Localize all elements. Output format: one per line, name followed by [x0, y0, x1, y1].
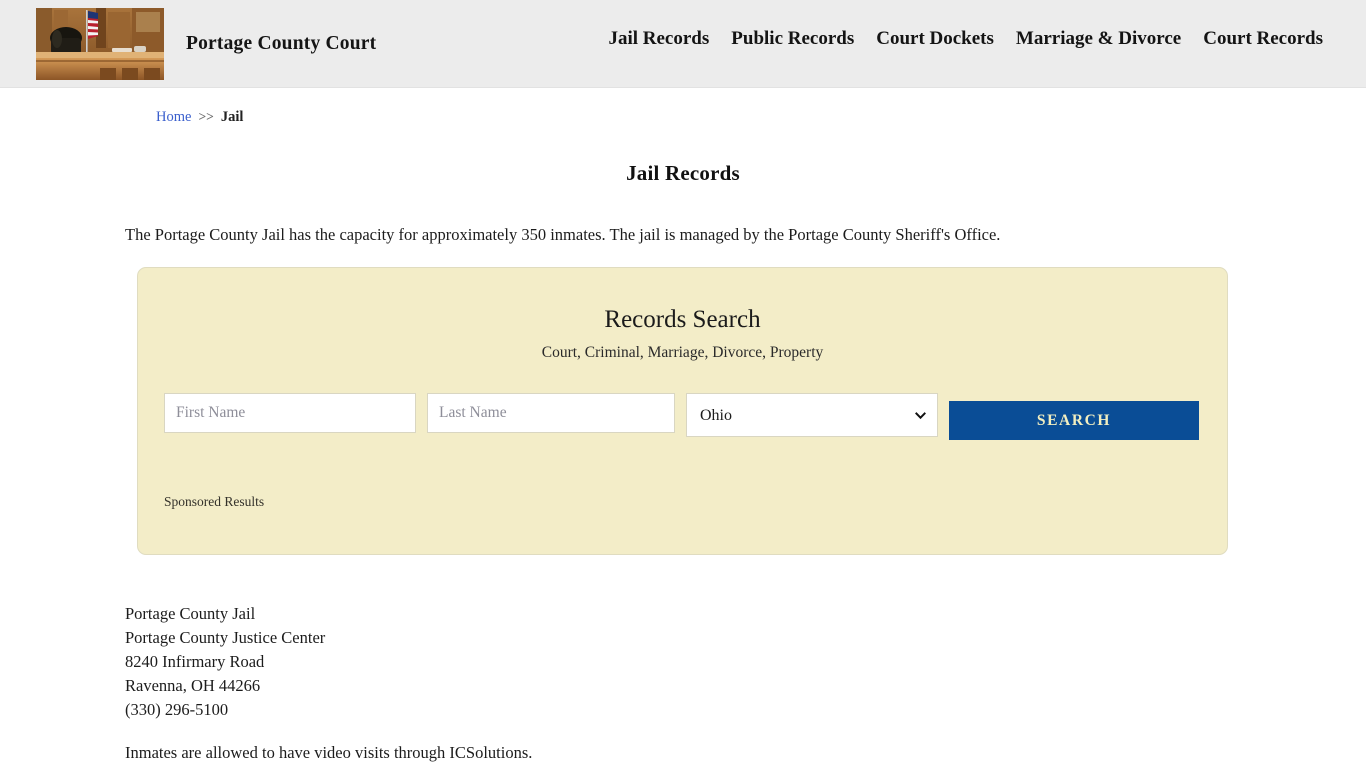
courthouse-photo-logo: [36, 7, 164, 80]
brand-block[interactable]: Portage County Court: [0, 7, 377, 80]
page-content: Home >> Jail Jail Records The Portage Coun…: [0, 88, 1366, 763]
first-name-input[interactable]: [164, 393, 416, 434]
last-name-input[interactable]: [427, 393, 675, 434]
state-select[interactable]: Ohio: [686, 393, 938, 438]
address-line-street: 8240 Infirmary Road: [125, 651, 265, 671]
search-button[interactable]: SEARCH: [949, 401, 1199, 441]
nav-item-jail-records[interactable]: Jail Records: [597, 28, 720, 51]
breadcrumb: Home >> Jail: [0, 88, 1366, 125]
nav-item-court-records[interactable]: Court Records: [1192, 28, 1334, 51]
brand-name: Portage County Court: [186, 32, 377, 54]
breadcrumb-home-link[interactable]: Home: [156, 109, 191, 125]
nav-item-marriage-divorce[interactable]: Marriage & Divorce: [1005, 28, 1192, 51]
nav-item-public-records[interactable]: Public Records: [720, 28, 865, 51]
state-select-wrapper: Ohio: [686, 393, 938, 438]
search-panel-title: Records Search: [604, 305, 761, 333]
site-header: Portage County Court Jail Records Public…: [0, 0, 1366, 88]
sponsored-results-label: Sponsored Results: [164, 493, 265, 509]
address-line-phone: (330) 296-5100: [125, 699, 229, 719]
records-search-panel: Records Search Court, Criminal, Marriage…: [137, 266, 1228, 555]
address-line-name: Portage County Jail: [125, 603, 256, 623]
address-line-facility: Portage County Justice Center: [125, 627, 326, 647]
breadcrumb-current: Jail: [220, 109, 244, 125]
video-visit-note: Inmates are allowed to have video visits…: [125, 742, 533, 762]
address-line-city-state-zip: Ravenna, OH 44266: [125, 675, 261, 695]
nav-item-court-dockets[interactable]: Court Dockets: [865, 28, 1005, 51]
search-panel-subtitle: Court, Criminal, Marriage, Divorce, Prop…: [541, 344, 824, 362]
records-search-form: Ohio SEARCH: [138, 393, 1227, 441]
page-intro-text: The Portage County Jail has the capacity…: [125, 224, 1001, 244]
jail-address-block: Portage County Jail Portage County Justi…: [0, 602, 1366, 722]
breadcrumb-separator: >>: [198, 109, 214, 124]
main-navigation: Jail Records Public Records Court Docket…: [597, 28, 1334, 51]
page-title: Jail Records: [626, 160, 740, 185]
